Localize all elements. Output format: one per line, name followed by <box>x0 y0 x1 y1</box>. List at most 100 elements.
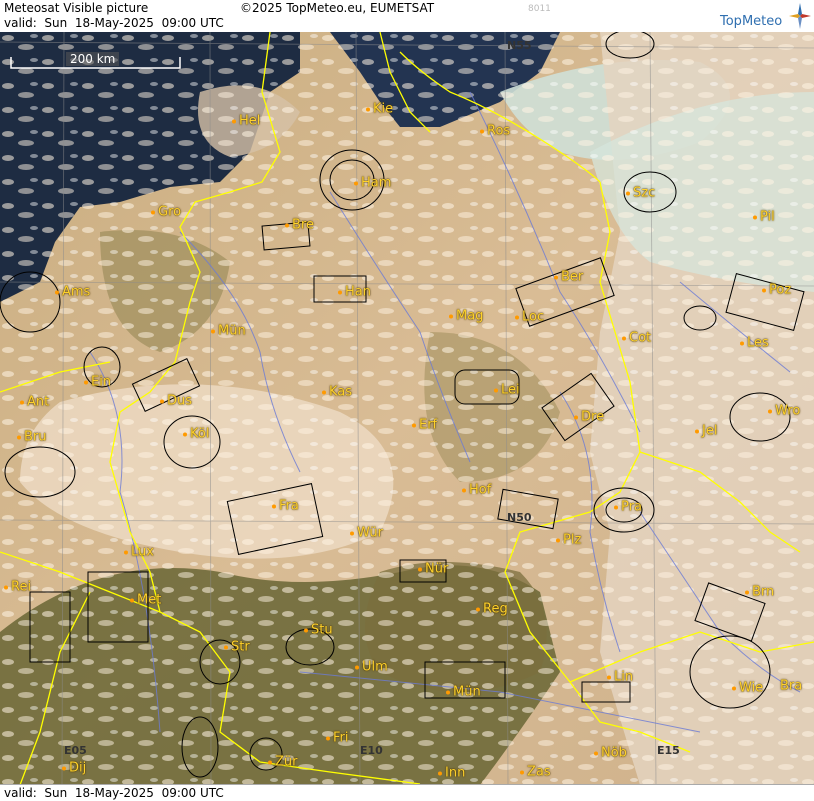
city-label[interactable]: Wür <box>350 526 383 541</box>
city-label[interactable]: Bre <box>285 218 314 233</box>
city-marker-icon <box>462 488 466 492</box>
grid-label-e15: E15 <box>657 744 680 757</box>
city-marker-icon <box>211 329 215 333</box>
city-label[interactable]: Dre <box>574 410 604 425</box>
city-label[interactable]: Ulm <box>355 660 388 675</box>
city-marker-icon <box>268 760 272 764</box>
scale-bar-label: 200 km <box>66 52 120 66</box>
city-marker-icon <box>355 665 359 669</box>
city-marker-icon <box>326 736 330 740</box>
footer-bar: valid: Sun 18-May-2025 09:00 UTC <box>0 784 814 801</box>
city-marker-icon <box>732 686 736 690</box>
city-label[interactable]: Fra <box>272 499 299 514</box>
city-label[interactable]: Lux <box>124 545 154 560</box>
city-label[interactable]: Mün <box>446 685 481 700</box>
city-marker-icon <box>4 585 8 589</box>
header-bar: Meteosat Visible picture valid: Sun 18-M… <box>0 0 814 33</box>
city-label[interactable]: Pil <box>753 210 775 225</box>
city-label[interactable]: Wie <box>732 681 763 696</box>
city-label[interactable]: Nöb <box>594 746 627 761</box>
city-marker-icon <box>55 290 59 294</box>
city-label[interactable]: Ham <box>354 176 391 191</box>
city-marker-icon <box>607 675 611 679</box>
city-label[interactable]: Han <box>338 285 371 300</box>
city-marker-icon <box>62 766 66 770</box>
satellite-map-viewer: { "header": { "product": "Meteosat Visib… <box>0 0 814 801</box>
city-marker-icon <box>556 538 560 542</box>
city-marker-icon <box>438 771 442 775</box>
city-marker-icon <box>449 314 453 318</box>
city-label[interactable]: Lei <box>494 383 520 398</box>
city-label[interactable]: Stu <box>304 623 333 638</box>
city-label[interactable]: Brn <box>745 585 774 600</box>
city-marker-icon <box>322 390 326 394</box>
city-marker-icon <box>554 275 558 279</box>
city-marker-icon <box>160 399 164 403</box>
grid-label-n50: N50 <box>507 511 532 524</box>
valid-time-top: valid: Sun 18-May-2025 09:00 UTC <box>4 16 224 30</box>
city-label[interactable]: Zür <box>268 755 298 770</box>
city-label[interactable]: Les <box>740 336 769 351</box>
city-marker-icon <box>520 770 524 774</box>
city-marker-icon <box>480 129 484 133</box>
city-label[interactable]: Zas <box>520 765 551 780</box>
city-label[interactable]: Nür <box>418 562 448 577</box>
city-label[interactable]: Mün <box>211 324 246 339</box>
grid-label-n55: N55 <box>507 39 532 52</box>
city-label[interactable]: Ros <box>480 124 510 139</box>
city-label[interactable]: Bra <box>780 679 802 694</box>
city-label[interactable]: Inn <box>438 766 465 781</box>
city-marker-icon <box>614 505 618 509</box>
city-label[interactable]: Ber <box>554 270 583 285</box>
city-label[interactable]: Bru <box>17 430 47 445</box>
city-label[interactable]: Loc <box>515 310 544 325</box>
city-marker-icon <box>695 429 699 433</box>
city-label[interactable]: Ant <box>20 395 49 410</box>
city-marker-icon <box>354 181 358 185</box>
city-marker-icon <box>762 288 766 292</box>
city-label[interactable]: Szc <box>626 186 655 201</box>
product-code: 8011 <box>528 4 551 14</box>
city-label[interactable]: Fri <box>326 731 349 746</box>
city-label[interactable]: Ein <box>84 375 111 390</box>
city-label[interactable]: Erf <box>412 418 437 433</box>
city-label[interactable]: Gro <box>151 205 181 220</box>
city-marker-icon <box>304 628 308 632</box>
city-marker-icon <box>350 531 354 535</box>
product-title: Meteosat Visible picture <box>4 1 149 15</box>
city-marker-icon <box>476 607 480 611</box>
copyright-text: ©2025 TopMeteo.eu, EUMETSAT <box>240 1 435 15</box>
city-marker-icon <box>224 645 228 649</box>
city-marker-icon <box>594 751 598 755</box>
city-label[interactable]: Rei <box>4 580 31 595</box>
city-label[interactable]: Dus <box>160 394 192 409</box>
city-label[interactable]: Reg <box>476 602 508 617</box>
city-label[interactable]: Mag <box>449 309 483 324</box>
city-marker-icon <box>124 550 128 554</box>
city-label[interactable]: Köl <box>183 427 209 442</box>
city-marker-icon <box>285 223 289 227</box>
city-label[interactable]: Hel <box>232 114 260 129</box>
city-label[interactable]: Wro <box>768 404 800 419</box>
city-label[interactable]: Poz <box>762 283 791 298</box>
city-label[interactable]: Ams <box>55 285 90 300</box>
city-label[interactable]: Met <box>130 593 161 608</box>
city-marker-icon <box>17 435 21 439</box>
city-marker-icon <box>446 690 450 694</box>
city-marker-icon <box>740 341 744 345</box>
city-marker-icon <box>622 336 626 340</box>
city-label[interactable]: Kas <box>322 385 352 400</box>
city-label[interactable]: Kie <box>366 102 393 117</box>
city-label[interactable]: Pra <box>614 500 642 515</box>
city-label[interactable]: Lin <box>607 670 633 685</box>
compass-logo-icon <box>788 2 812 30</box>
city-label[interactable]: Jel <box>695 424 717 439</box>
city-label[interactable]: Cot <box>622 331 651 346</box>
city-label[interactable]: Str <box>224 640 250 655</box>
city-label[interactable]: Plz <box>556 533 581 548</box>
city-label[interactable]: Dij <box>62 761 86 776</box>
valid-time-bottom: valid: Sun 18-May-2025 09:00 UTC <box>4 786 224 800</box>
satellite-map[interactable]: 200 km N55 N50 E05 E10 E15 Hel Kie Ros H… <box>0 32 814 785</box>
city-marker-icon <box>418 567 422 571</box>
city-label[interactable]: Hof <box>462 483 491 498</box>
